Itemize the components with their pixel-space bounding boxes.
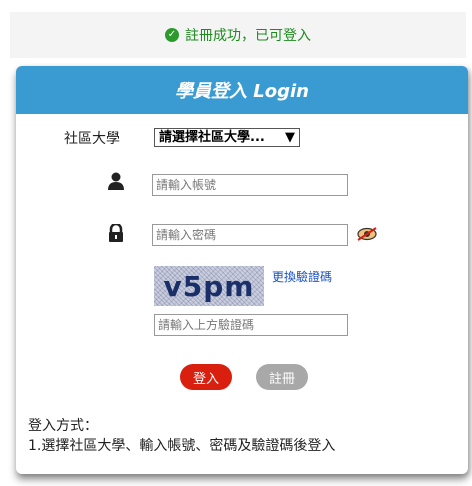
captcha-text: v5pm xyxy=(163,269,255,303)
account-placeholder: 請輸入帳號 xyxy=(156,178,217,192)
university-select-value: 請選擇社區大學... xyxy=(159,130,265,145)
university-select[interactable]: 請選擇社區大學... ▼ xyxy=(154,128,300,147)
show-password-eye-icon[interactable] xyxy=(356,226,378,246)
login-button-label: 登入 xyxy=(192,371,219,387)
login-header: 學員登入 Login xyxy=(16,66,468,114)
login-instructions: 登入方式： 1.選擇社區大學、輸入帳號、密碼及驗證碼後登入 xyxy=(28,416,335,456)
dropdown-arrow-icon: ▼ xyxy=(285,130,295,145)
register-button-label: 註冊 xyxy=(268,371,295,387)
login-panel: 學員登入 Login 社區大學 請選擇社區大學... ▼ 請輸入帳號 請輸入密碼 xyxy=(16,66,468,474)
success-message-bar: ✓ 註冊成功，已可登入 xyxy=(10,12,466,58)
captcha-input[interactable]: 請輸入上方驗證碼 xyxy=(154,314,348,336)
login-button[interactable]: 登入 xyxy=(180,364,232,390)
account-input[interactable]: 請輸入帳號 xyxy=(152,174,348,196)
refresh-captcha-link[interactable]: 更換驗證碼 xyxy=(272,268,332,285)
university-label: 社區大學 xyxy=(64,131,120,147)
check-circle-icon: ✓ xyxy=(165,28,179,42)
instructions-title: 登入方式： xyxy=(28,418,98,434)
register-button[interactable]: 註冊 xyxy=(256,364,308,390)
success-message: 註冊成功，已可登入 xyxy=(185,28,311,44)
login-title: 學員登入 Login xyxy=(175,81,309,102)
instructions-line-1: 1.選擇社區大學、輸入帳號、密碼及驗證碼後登入 xyxy=(28,438,336,454)
captcha-image: v5pm xyxy=(154,266,264,306)
lock-icon xyxy=(108,222,124,246)
captcha-placeholder: 請輸入上方驗證碼 xyxy=(158,318,255,332)
password-placeholder: 請輸入密碼 xyxy=(156,228,217,242)
password-input[interactable]: 請輸入密碼 xyxy=(152,224,348,246)
user-icon xyxy=(108,172,124,194)
